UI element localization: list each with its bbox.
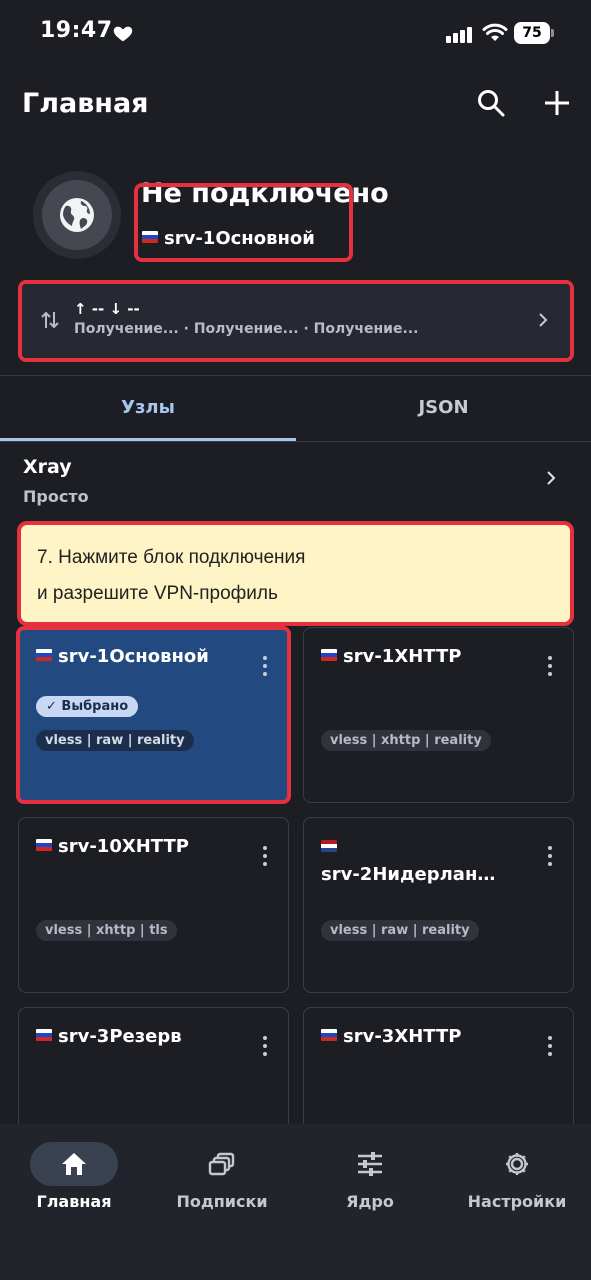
more-vert-icon[interactable] xyxy=(547,656,553,678)
tab-nodes[interactable]: Узлы xyxy=(0,376,296,441)
tooltip-line-1: 7. Нажмите блок подключения xyxy=(37,547,306,568)
protocol-tag: vless | xhttp | tls xyxy=(36,920,177,941)
globe-icon xyxy=(60,198,94,232)
search-icon[interactable] xyxy=(476,88,506,118)
status-time: 19:47 xyxy=(40,18,113,43)
tab-json[interactable]: JSON xyxy=(296,376,591,441)
core-name[interactable]: Xray xyxy=(23,456,72,478)
russia-flag-icon xyxy=(321,1029,337,1041)
server-name: srv-2Нидерлан… xyxy=(321,834,495,888)
protocol-tag: vless | xhttp | reality xyxy=(321,730,491,751)
more-vert-icon[interactable] xyxy=(547,846,553,868)
nav-label: Главная xyxy=(36,1192,112,1211)
highlight-selected-card xyxy=(16,626,291,804)
server-card[interactable]: srv-10XHTTP vless | xhttp | tls xyxy=(18,817,289,993)
protocol-tag: vless | raw | reality xyxy=(321,920,479,941)
gear-icon xyxy=(506,1153,528,1175)
nav-label: Подписки xyxy=(176,1192,268,1211)
russia-flag-icon xyxy=(36,839,52,851)
server-name: srv-3XHTTP xyxy=(321,1026,461,1047)
more-vert-icon[interactable] xyxy=(547,1036,553,1058)
wifi-icon xyxy=(482,23,508,41)
highlight-traffic-card xyxy=(18,280,574,362)
russia-flag-icon xyxy=(36,1029,52,1041)
server-card[interactable]: srv-1XHTTP vless | xhttp | reality xyxy=(303,627,574,803)
heart-icon xyxy=(113,26,133,42)
netherlands-flag-icon xyxy=(321,840,337,852)
server-name: srv-10XHTTP xyxy=(36,836,189,857)
more-vert-icon[interactable] xyxy=(262,1036,268,1058)
server-card[interactable]: srv-2Нидерлан… vless | raw | reality xyxy=(303,817,574,993)
add-icon[interactable] xyxy=(542,88,572,118)
nav-label: Ядро xyxy=(346,1192,394,1211)
sliders-icon xyxy=(358,1152,382,1176)
divider xyxy=(0,441,591,442)
core-mode: Просто xyxy=(23,487,89,506)
nav-label: Настройки xyxy=(467,1192,567,1211)
cellular-signal-icon xyxy=(446,24,474,43)
bottom-nav: Главная Подписки Ядро Настройки xyxy=(0,1124,591,1280)
more-vert-icon[interactable] xyxy=(262,846,268,868)
page-title: Главная xyxy=(22,88,149,119)
server-name: srv-3Резерв xyxy=(36,1026,182,1047)
battery-icon: 75 xyxy=(514,22,554,44)
subscriptions-icon xyxy=(208,1152,235,1176)
tooltip-line-2: и разрешите VPN-профиль xyxy=(37,583,278,604)
tutorial-tooltip: 7. Нажмите блок подключения и разрешите … xyxy=(17,521,574,626)
chevron-right-icon[interactable] xyxy=(546,470,556,486)
server-name: srv-1XHTTP xyxy=(321,646,461,667)
connect-button[interactable] xyxy=(33,171,121,259)
battery-level: 75 xyxy=(514,22,550,44)
highlight-connection-status xyxy=(134,183,353,262)
russia-flag-icon xyxy=(321,649,337,661)
home-icon xyxy=(62,1153,86,1175)
